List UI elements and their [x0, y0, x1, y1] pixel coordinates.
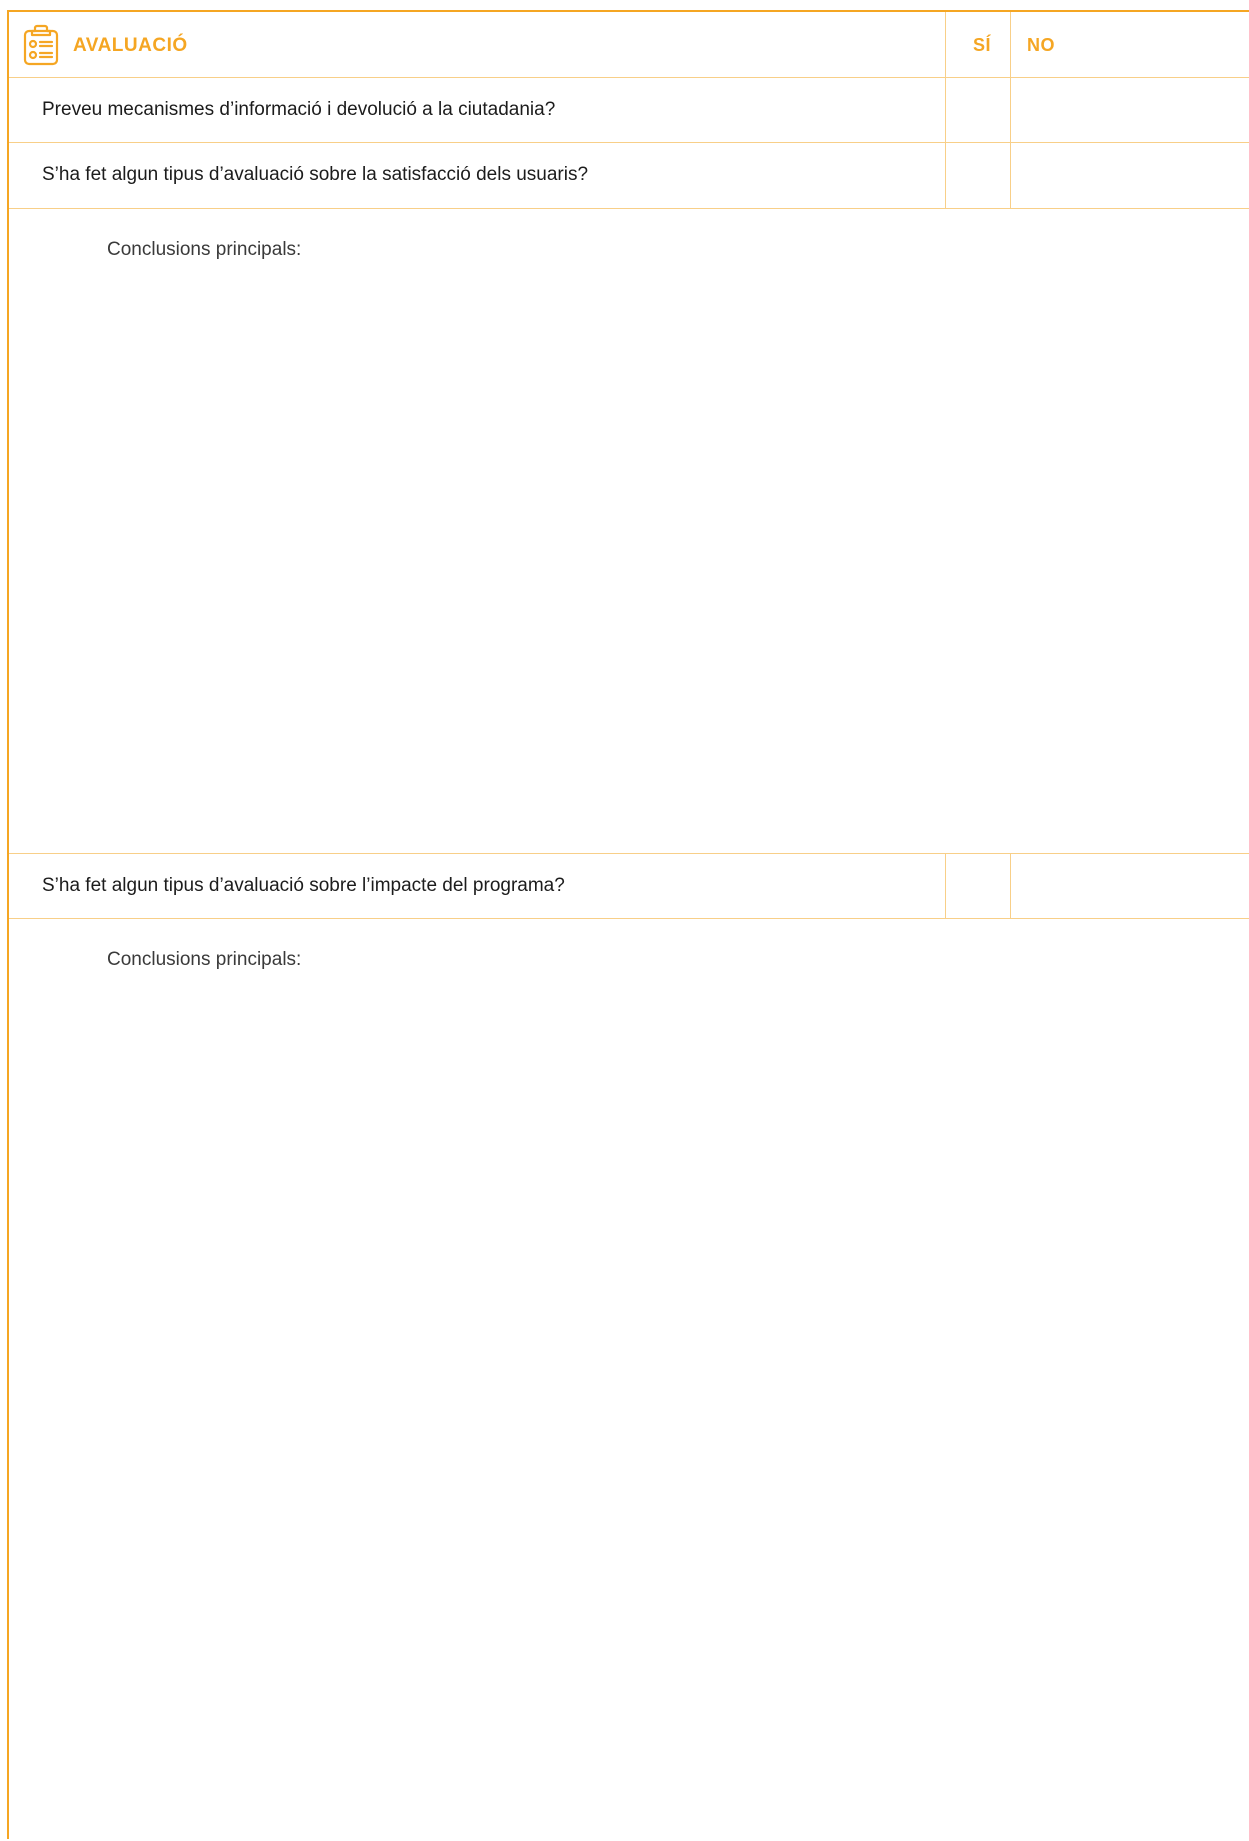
answer-yes-cell[interactable]	[945, 78, 1010, 142]
column-no-label: NO	[1027, 35, 1055, 55]
question-row: S’ha fet algun tipus d’avaluació sobre l…	[9, 143, 1249, 209]
answer-yes-cell[interactable]	[945, 143, 1010, 208]
column-yes-label: SÍ	[973, 35, 992, 55]
question-row: S’ha fet algun tipus d’avaluació sobre l…	[9, 854, 1249, 919]
evaluation-form: AVALUACIÓ SÍ NO Preveu mecanismes d’info…	[7, 10, 1249, 1839]
conclusions-area[interactable]: Conclusions principals:	[9, 919, 1249, 1841]
clipboard-checklist-icon	[23, 24, 59, 66]
question-text: Preveu mecanismes d’informació i devoluc…	[42, 99, 556, 120]
section-title: AVALUACIÓ	[73, 35, 188, 56]
answer-no-cell[interactable]	[1010, 854, 1249, 918]
question-text: S’ha fet algun tipus d’avaluació sobre l…	[42, 164, 589, 185]
answer-yes-cell[interactable]	[945, 854, 1010, 918]
conclusions-label: Conclusions principals:	[107, 949, 302, 970]
conclusions-area[interactable]: Conclusions principals:	[9, 209, 1249, 854]
conclusions-label: Conclusions principals:	[107, 239, 302, 260]
answer-no-cell[interactable]	[1010, 78, 1249, 142]
section-header: AVALUACIÓ SÍ NO	[9, 12, 1249, 78]
question-row: Preveu mecanismes d’informació i devoluc…	[9, 78, 1249, 143]
question-text: S’ha fet algun tipus d’avaluació sobre l…	[42, 875, 565, 896]
answer-no-cell[interactable]	[1010, 143, 1249, 208]
